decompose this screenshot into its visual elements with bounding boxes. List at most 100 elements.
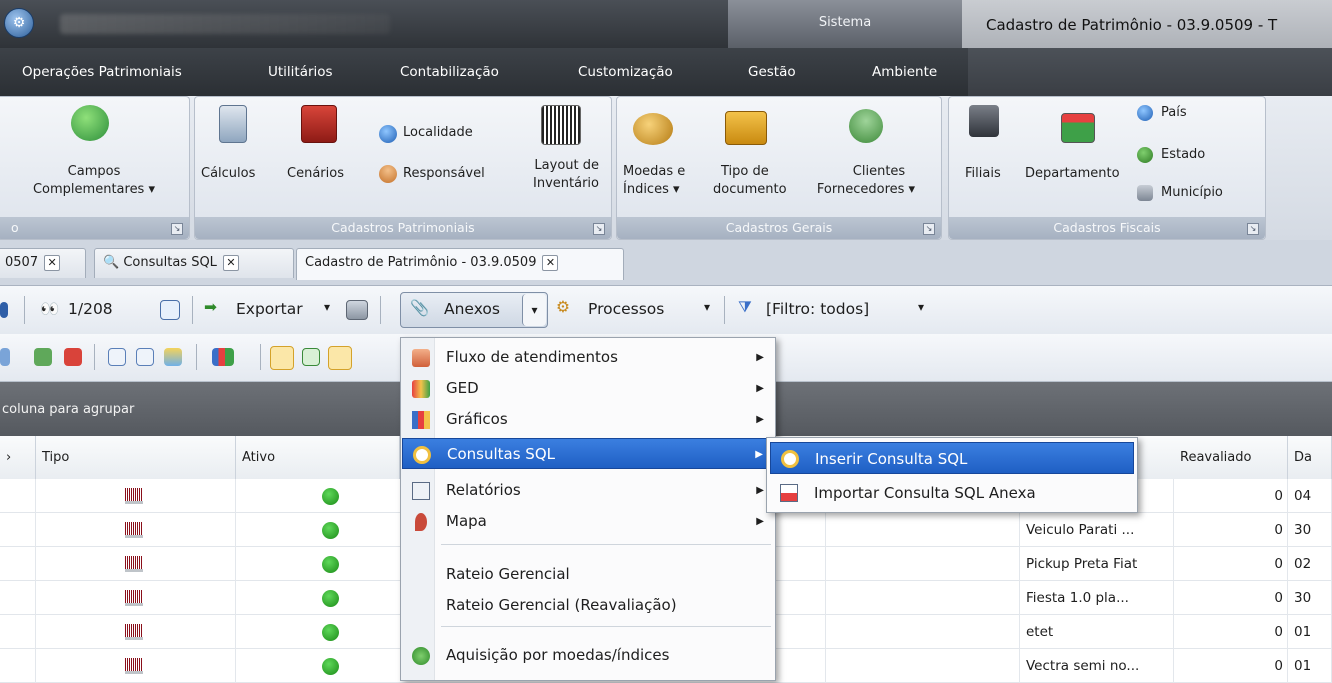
active-status-icon	[322, 590, 339, 607]
cenarios-button[interactable]: Cenários	[287, 165, 344, 183]
submenu-arrow-icon: ▶	[756, 352, 764, 363]
anexos-button[interactable]: Anexos	[444, 300, 500, 318]
menu-gestao[interactable]: Gestão	[748, 64, 796, 80]
window-title: Cadastro de Patrimônio - 03.9.0509 - T	[962, 0, 1332, 48]
dialog-launcher-icon[interactable]: ↘	[923, 223, 935, 235]
clientes-label[interactable]: Clientes	[839, 163, 919, 181]
menu-contabilizacao[interactable]: Contabilização	[400, 64, 499, 80]
toolbar-icon[interactable]	[0, 348, 10, 366]
menu-item-aquisicao-por-moedas-indices[interactable]: Aquisição por moedas/índices	[402, 640, 774, 671]
menu-item-relatorios[interactable]: Relatórios ▶	[402, 475, 774, 506]
document-tab-bar: 0507 ✕ 🔍 Consultas SQL ✕ Cadastro de Patri…	[0, 240, 1332, 286]
tab-consultas-sql[interactable]: 🔍 Consultas SQL ✕	[94, 248, 294, 278]
calculos-button[interactable]: Cálculos	[201, 165, 255, 183]
dialog-launcher-icon[interactable]: ↘	[1247, 223, 1259, 235]
layout-label[interactable]: Layout de	[519, 157, 599, 175]
report-icon	[412, 482, 430, 500]
menu-item-inserir-consulta-sql[interactable]: Inserir Consulta SQL	[770, 442, 1134, 474]
calendar-icon[interactable]	[160, 300, 180, 320]
exportar-button[interactable]: Exportar	[236, 300, 303, 318]
layout-icon[interactable]	[328, 346, 352, 370]
indices-label[interactable]: Índices ▾	[623, 181, 680, 199]
chevron-down-icon[interactable]: ▾	[324, 300, 330, 314]
column-header-da[interactable]: Da	[1288, 436, 1332, 480]
application-orb-button[interactable]: ⚙	[4, 8, 34, 38]
menu-item-cut-off[interactable]	[402, 671, 774, 681]
move-down-icon[interactable]	[34, 348, 52, 366]
binoculars-icon[interactable]: 👀	[40, 300, 59, 318]
tab-cadastro-de-patrimonio[interactable]: Cadastro de Patrimônio - 03.9.0509 ✕	[296, 248, 624, 280]
localidade-button[interactable]: Localidade	[403, 124, 473, 142]
cell	[0, 513, 36, 547]
menu-item-consultas-sql[interactable]: Consultas SQL ▶	[402, 438, 774, 469]
inventario-label[interactable]: Inventário	[519, 175, 599, 193]
building-icon	[969, 105, 999, 137]
menu-item-rateio-gerencial[interactable]: Rateio Gerencial	[402, 559, 774, 590]
calculator-icon	[219, 105, 247, 143]
menu-item-label: Gráficos	[446, 410, 508, 428]
anexos-dropdown-arrow-icon[interactable]: ▾	[522, 294, 546, 326]
menu-utilitarios[interactable]: Utilitários	[268, 64, 333, 80]
documento-label[interactable]: documento	[713, 181, 787, 199]
campos-label[interactable]: Campos	[0, 163, 191, 181]
close-icon[interactable]: ✕	[542, 254, 559, 271]
column-header-ativo[interactable]: Ativo	[236, 436, 400, 480]
sistema-context-tab[interactable]: Sistema	[728, 0, 962, 48]
cell	[826, 547, 1020, 581]
menu-item-label: Rateio Gerencial (Reavaliação)	[446, 596, 677, 614]
map-pin-icon	[415, 513, 427, 531]
navigation-icon[interactable]	[0, 302, 8, 318]
layout-toggle-icon[interactable]	[270, 346, 294, 370]
cell-descricao: Veiculo Parati ...	[1020, 513, 1174, 547]
processos-button[interactable]: Processos	[588, 300, 664, 318]
active-status-icon	[322, 556, 339, 573]
grid-icon[interactable]	[108, 348, 126, 366]
departamento-button[interactable]: Departamento	[1025, 165, 1120, 183]
chevron-down-icon[interactable]: ▾	[918, 300, 924, 314]
municipio-button[interactable]: Município	[1161, 184, 1223, 202]
column-header-prev[interactable]: ›	[0, 436, 36, 480]
menu-operacoes-patrimoniais[interactable]: Operações Patrimoniais	[22, 64, 182, 80]
menu-item-mapa[interactable]: Mapa ▶	[402, 506, 774, 537]
layout-icon[interactable]	[302, 348, 320, 366]
moedas-label[interactable]: Moedas e	[623, 163, 685, 181]
cell-descricao: Fiesta 1.0 pla...	[1020, 581, 1174, 615]
cell-da: 04	[1288, 479, 1332, 513]
tab-0507[interactable]: 0507 ✕	[0, 248, 86, 278]
tipo-label[interactable]: Tipo de	[721, 163, 769, 181]
filiais-button[interactable]: Filiais	[965, 165, 1001, 183]
column-header-tipo[interactable]: Tipo	[36, 436, 236, 480]
filtro-button[interactable]: [Filtro: todos]	[766, 300, 869, 318]
column-header-reavaliado[interactable]: Reavaliado	[1174, 436, 1288, 480]
menu-item-rateio-gerencial-reavaliacao[interactable]: Rateio Gerencial (Reavaliação)	[402, 590, 774, 621]
dialog-launcher-icon[interactable]: ↘	[171, 223, 183, 235]
barcode-icon	[125, 522, 143, 538]
responsavel-button[interactable]: Responsável	[403, 165, 485, 183]
menu-item-label: Fluxo de atendimentos	[446, 348, 618, 366]
close-icon[interactable]: ✕	[222, 254, 239, 271]
complementares-label[interactable]: Complementares ▾	[0, 181, 191, 199]
menu-customizacao[interactable]: Customização	[578, 64, 673, 80]
export-grid-icon[interactable]	[164, 348, 182, 366]
close-icon[interactable]: ✕	[44, 254, 61, 271]
dialog-launcher-icon[interactable]: ↘	[593, 223, 605, 235]
menu-item-label: Mapa	[446, 512, 487, 530]
pais-button[interactable]: País	[1161, 104, 1187, 122]
cell-reavaliado: 0	[1174, 479, 1288, 513]
menu-item-fluxo-de-atendimentos[interactable]: Fluxo de atendimentos ▶	[402, 342, 774, 373]
menu-item-ged[interactable]: GED ▶	[402, 373, 774, 404]
sum-icon[interactable]	[136, 348, 154, 366]
tab-label: Consultas SQL	[123, 255, 217, 270]
menu-ambiente[interactable]: Ambiente	[872, 64, 937, 80]
estado-button[interactable]: Estado	[1161, 146, 1205, 164]
menu-item-importar-consulta-sql-anexa[interactable]: Importar Consulta SQL Anexa	[770, 477, 1134, 509]
fornecedores-label[interactable]: Fornecedores ▾	[791, 181, 941, 199]
ribbon-group-complementares: Campos Complementares ▾ o ↘	[0, 96, 190, 240]
menu-item-graficos[interactable]: Gráficos ▶	[402, 404, 774, 435]
chevron-down-icon[interactable]: ▾	[704, 300, 710, 314]
printer-icon[interactable]	[346, 300, 368, 320]
chart-icon[interactable]	[212, 348, 234, 366]
move-up-icon[interactable]	[64, 348, 82, 366]
group-title-patrimoniais: Cadastros Patrimoniais	[195, 217, 611, 239]
cell-descricao: Vectra semi no...	[1020, 649, 1174, 683]
